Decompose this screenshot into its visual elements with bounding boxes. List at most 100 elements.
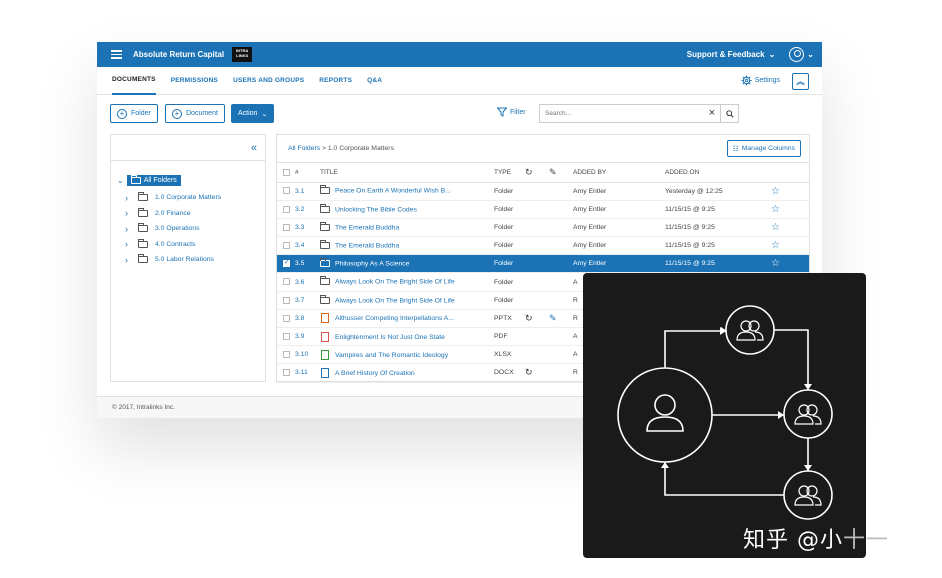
row-checkbox[interactable] [277, 200, 295, 219]
pptx-file-icon [321, 313, 329, 324]
tab-documents[interactable]: DOCUMENTS [112, 67, 156, 95]
row-title-cell[interactable]: Enlightenment Is Not Just One State [320, 327, 494, 347]
table-row[interactable]: 3.2 Unlocking The Bible Codes Folder Amy En… [277, 200, 809, 219]
row-checkbox[interactable] [277, 254, 295, 274]
row-title[interactable]: Always Look On The Bright Side Of Life [335, 297, 455, 304]
col-title[interactable]: TITLE [320, 163, 494, 183]
tab-reports[interactable]: REPORTS [319, 67, 352, 95]
select-all-checkbox[interactable] [277, 163, 295, 183]
row-title[interactable]: The Emerald Buddha [335, 242, 399, 249]
row-type: Folder [494, 218, 525, 238]
manage-columns-button[interactable]: ☷ Manage Columns [726, 140, 801, 157]
row-title[interactable]: Philosophy As A Science [335, 260, 409, 267]
row-checkbox[interactable] [277, 182, 295, 201]
filter-button[interactable]: Filter [497, 107, 526, 117]
row-title-cell[interactable]: Philosophy As A Science [320, 254, 494, 274]
row-version-cell: ↻ [525, 309, 549, 329]
row-title-cell[interactable]: Always Look On The Bright Side Of Life [320, 291, 494, 310]
chevron-down-icon: ⌄ [807, 50, 814, 59]
clear-search-icon[interactable]: × [704, 105, 721, 122]
table-row[interactable]: 3.1 Peace On Earth A Wonderful Wish B... F… [277, 182, 809, 201]
row-title-cell[interactable]: A Brief History Of Creation [320, 363, 494, 383]
row-title[interactable]: Unlocking The Bible Codes [335, 206, 417, 213]
row-checkbox[interactable] [277, 309, 295, 329]
row-title[interactable]: Vampires and The Romantic Ideology [335, 352, 448, 359]
chevron-right-icon[interactable]: › [125, 224, 131, 234]
star-icon[interactable]: ☆ [771, 258, 780, 269]
row-title-cell[interactable]: Althusser Competing Interpellations A... [320, 309, 494, 329]
chevron-right-icon[interactable]: › [125, 193, 131, 203]
collapse-header-button[interactable]: ︽ [792, 73, 809, 90]
row-title[interactable]: The Emerald Buddha [335, 224, 399, 231]
star-icon[interactable]: ☆ [771, 204, 780, 215]
star-icon[interactable]: ☆ [771, 186, 780, 197]
chevron-down-icon[interactable]: ⌄ [117, 176, 124, 185]
tab-qa[interactable]: Q&A [367, 67, 382, 95]
tree-item-labor-relations[interactable]: › 5.0 Labor Relations [125, 252, 265, 268]
table-row[interactable]: 3.4 The Emerald Buddha Folder Amy Entler 11/… [277, 236, 809, 256]
tab-permissions[interactable]: PERMISSIONS [171, 67, 218, 95]
chevron-right-icon[interactable]: › [125, 208, 131, 218]
folder-icon [320, 258, 330, 268]
row-checkbox[interactable] [277, 291, 295, 310]
row-checkbox[interactable] [277, 236, 295, 256]
tree-item-finance[interactable]: › 2.0 Finance [125, 206, 265, 222]
add-document-button[interactable]: + Document [165, 104, 225, 123]
support-label: Support & Feedback [686, 50, 765, 59]
col-added-by[interactable]: ADDED BY [573, 163, 665, 183]
avatar-icon [789, 47, 805, 62]
breadcrumb-all-folders[interactable]: All Folders [288, 145, 320, 152]
row-number: 3.11 [295, 363, 320, 383]
table-row[interactable]: 3.3 The Emerald Buddha Folder Amy Entler 11/… [277, 218, 809, 238]
row-title[interactable]: Always Look On The Bright Side Of Life [335, 279, 455, 286]
row-checkbox[interactable] [277, 272, 295, 292]
row-title-cell[interactable]: The Emerald Buddha [320, 218, 494, 238]
row-checkbox[interactable] [277, 218, 295, 238]
row-checkbox[interactable] [277, 327, 295, 347]
tab-users-and-groups[interactable]: USERS AND GROUPS [233, 67, 304, 95]
all-folders-node[interactable]: All Folders [126, 175, 181, 186]
chevron-down-icon: ⌄ [768, 50, 776, 59]
star-icon[interactable]: ☆ [771, 240, 780, 251]
col-type[interactable]: TYPE [494, 163, 525, 183]
row-title[interactable]: Althusser Competing Interpellations A... [335, 315, 454, 322]
edit-icon[interactable]: ✎ [549, 313, 557, 323]
row-checkbox[interactable] [277, 345, 295, 365]
star-icon[interactable]: ☆ [771, 222, 780, 233]
tree-item-operations[interactable]: › 3.0 Operations [125, 221, 265, 237]
search-icon[interactable] [721, 109, 738, 118]
tree-root[interactable]: ⌄ All Folders [117, 175, 265, 186]
collapse-panel-icon[interactable]: « [251, 142, 257, 154]
add-folder-button[interactable]: + Folder [110, 104, 158, 123]
tree-item-label: 2.0 Finance [155, 209, 191, 217]
col-edit[interactable]: ✎ [549, 163, 573, 183]
tree-item-corporate-matters[interactable]: › 1.0 Corporate Matters [125, 190, 265, 206]
row-title-cell[interactable]: Always Look On The Bright Side Of Life [320, 272, 494, 292]
settings-button[interactable]: Settings [741, 75, 780, 86]
tree-item-contracts[interactable]: › 4.0 Contracts [125, 237, 265, 253]
hamburger-menu-icon[interactable] [111, 50, 122, 59]
chevron-right-icon[interactable]: › [125, 239, 131, 249]
user-menu[interactable]: ⌄ [789, 47, 814, 62]
row-checkbox[interactable] [277, 363, 295, 383]
row-title[interactable]: Peace On Earth A Wonderful Wish B... [335, 188, 451, 195]
row-added-on: Yesterday @ 12:25 [665, 182, 771, 201]
table-row[interactable]: 3.5 Philosophy As A Science Folder Amy Entl… [277, 254, 809, 274]
support-feedback-menu[interactable]: Support & Feedback ⌄ [687, 50, 776, 59]
chevron-right-icon[interactable]: › [125, 255, 131, 265]
row-title-cell[interactable]: The Emerald Buddha [320, 236, 494, 256]
col-version[interactable]: ↻ [525, 163, 549, 183]
row-title-cell[interactable]: Vampires and The Romantic Ideology [320, 345, 494, 365]
col-added-on[interactable]: ADDED ON [665, 163, 771, 183]
col-number[interactable]: # [295, 163, 320, 183]
history-icon[interactable]: ↻ [525, 367, 533, 377]
row-title-cell[interactable]: Unlocking The Bible Codes [320, 200, 494, 219]
row-title-cell[interactable]: Peace On Earth A Wonderful Wish B... [320, 182, 494, 201]
action-dropdown[interactable]: Action ⌄ [231, 104, 275, 123]
row-title[interactable]: A Brief History Of Creation [335, 370, 415, 377]
row-title[interactable]: Enlightenment Is Not Just One State [335, 333, 445, 340]
search-input[interactable] [540, 110, 704, 117]
tree-item-label: 4.0 Contracts [155, 240, 196, 248]
row-edit-cell [549, 345, 573, 365]
history-icon[interactable]: ↻ [525, 313, 533, 323]
